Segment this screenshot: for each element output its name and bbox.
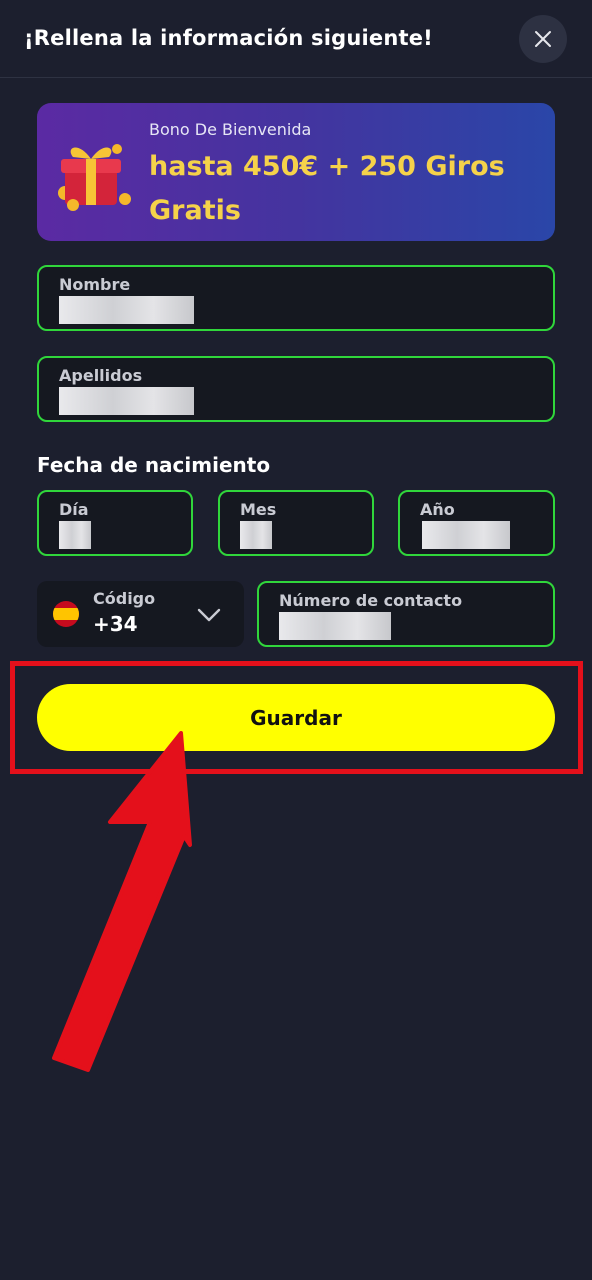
last-name-label: Apellidos	[59, 366, 143, 385]
first-name-field[interactable]: Nombre	[37, 265, 555, 331]
birth-date-title: Fecha de nacimiento	[37, 453, 271, 477]
day-label: Día	[59, 500, 89, 519]
bonus-label: Bono De Bienvenida	[149, 120, 312, 139]
bonus-amount: hasta 450€ + 250 Giros Gratis	[149, 151, 505, 226]
phone-number-label: Número de contacto	[279, 591, 463, 610]
modal-header: ¡Rellena la información siguiente!	[0, 0, 592, 78]
last-name-value-redacted	[59, 387, 194, 415]
day-value-redacted	[59, 521, 91, 549]
first-name-value-redacted	[59, 296, 194, 324]
phone-code-label: Código	[93, 589, 156, 608]
close-icon	[535, 31, 551, 47]
modal-title: ¡Rellena la información siguiente!	[24, 26, 433, 50]
phone-code-select[interactable]: Código +34	[37, 581, 244, 647]
chevron-down-icon	[197, 608, 221, 622]
month-field[interactable]: Mes	[218, 490, 374, 556]
welcome-bonus-banner: Bono De Bienvenida hasta 450€ + 250 Giro…	[37, 103, 555, 241]
gift-icon	[58, 144, 131, 211]
year-value-redacted	[422, 521, 510, 549]
registration-modal: ¡Rellena la información siguiente! Bono …	[0, 0, 592, 1280]
last-name-field[interactable]: Apellidos	[37, 356, 555, 422]
year-label: Año	[420, 500, 455, 519]
phone-code-value: +34	[93, 612, 138, 636]
phone-number-field[interactable]: Número de contacto	[257, 581, 555, 647]
close-button[interactable]	[519, 15, 567, 63]
highlight-box	[10, 661, 583, 774]
spain-flag-icon	[53, 601, 79, 627]
first-name-label: Nombre	[59, 275, 131, 294]
phone-number-value-redacted	[279, 612, 391, 640]
day-field[interactable]: Día	[37, 490, 193, 556]
month-value-redacted	[240, 521, 272, 549]
year-field[interactable]: Año	[398, 490, 555, 556]
month-label: Mes	[240, 500, 277, 519]
